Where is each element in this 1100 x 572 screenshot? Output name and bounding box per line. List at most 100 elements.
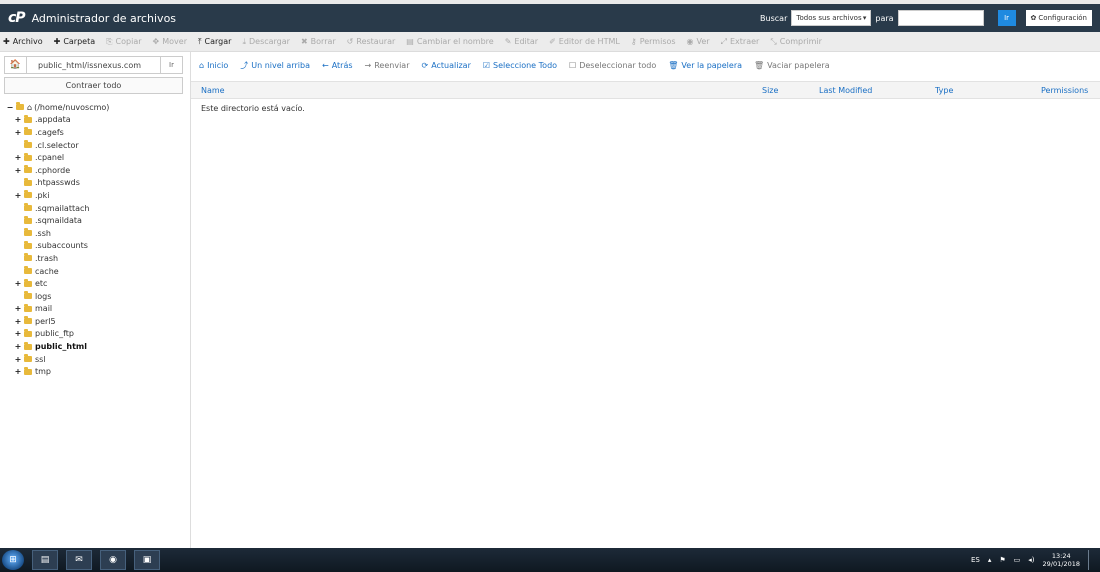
path-input[interactable]: public_html/issnexus.com bbox=[27, 57, 160, 73]
tree-item[interactable]: + tmp bbox=[6, 365, 184, 378]
search-input[interactable] bbox=[897, 10, 984, 26]
column-name[interactable]: Name bbox=[201, 86, 225, 95]
folder-icon bbox=[24, 228, 32, 237]
tree-item-label: ssl bbox=[35, 354, 46, 364]
file-explorer-icon[interactable]: ▤ bbox=[32, 550, 58, 570]
compress-icon: ⤡ bbox=[770, 36, 777, 46]
expand-icon[interactable]: + bbox=[14, 329, 22, 338]
show-desktop-button[interactable] bbox=[1088, 550, 1092, 570]
search-go-button[interactable]: Ir bbox=[997, 10, 1016, 26]
collapse-icon[interactable]: − bbox=[6, 103, 14, 112]
expand-icon[interactable]: + bbox=[14, 367, 22, 376]
toolbar-borrar-button[interactable]: ✖ Borrar bbox=[301, 37, 336, 46]
language-indicator[interactable]: ES bbox=[971, 556, 980, 564]
tree-item[interactable]: + .cpanel bbox=[6, 151, 184, 164]
expand-icon[interactable]: + bbox=[14, 128, 22, 137]
column-last-modified[interactable]: Last Modified bbox=[819, 86, 872, 95]
clock[interactable]: 13:24 29/01/2018 bbox=[1043, 552, 1080, 568]
path-go-button[interactable]: Ir bbox=[160, 57, 182, 73]
app-icon[interactable]: ▣ bbox=[134, 550, 160, 570]
tree-item[interactable]: + public_html bbox=[6, 340, 184, 353]
action-seleccione-todo-button[interactable]: ☑ Seleccione Todo bbox=[483, 61, 557, 70]
home-icon[interactable]: 🏠 bbox=[5, 57, 27, 73]
tree-item[interactable]: .trash bbox=[6, 252, 184, 265]
column-size[interactable]: Size bbox=[762, 86, 778, 95]
search-area: Buscar Todos sus archivos ▾ para Ir ✿ Co… bbox=[760, 10, 1100, 26]
expand-icon[interactable]: + bbox=[14, 342, 22, 351]
toolbar-descargar-button[interactable]: ⤓ Descargar bbox=[242, 37, 290, 47]
outlook-icon[interactable]: ✉ bbox=[66, 550, 92, 570]
network-icon[interactable]: ▭ bbox=[1014, 556, 1021, 564]
tree-item[interactable]: .sqmailattach bbox=[6, 202, 184, 215]
expand-icon[interactable]: + bbox=[14, 153, 22, 162]
toolbar-editar-button[interactable]: ✎ Editar bbox=[505, 37, 538, 46]
tree-item[interactable]: cache bbox=[6, 265, 184, 278]
arrow-right-icon: → bbox=[364, 60, 372, 70]
tree-item[interactable]: + .cphorde bbox=[6, 164, 184, 177]
tree-item[interactable]: + etc bbox=[6, 277, 184, 290]
expand-icon[interactable]: + bbox=[14, 279, 22, 288]
action-deseleccionar-todo-button[interactable]: ☐ Deseleccionar todo bbox=[569, 61, 656, 70]
plus-icon: ✚ bbox=[53, 37, 61, 46]
tree-item[interactable]: .subaccounts bbox=[6, 240, 184, 253]
tree-item[interactable]: .cl.selector bbox=[6, 139, 184, 152]
action-vaciar-papelera-button[interactable]: 🗑 Vaciar papelera bbox=[754, 61, 830, 70]
expand-icon[interactable]: + bbox=[14, 355, 22, 364]
expand-icon[interactable]: + bbox=[14, 304, 22, 313]
tree-item[interactable]: + perl5 bbox=[6, 315, 184, 328]
tree-root[interactable]: − ⌂ (/home/nuvoscmo) bbox=[6, 101, 184, 114]
tree-item-label: .cpanel bbox=[35, 153, 65, 163]
path-bar: 🏠 public_html/issnexus.com Ir bbox=[4, 56, 183, 74]
toolbar-permisos-button[interactable]: ⚷ Permisos bbox=[631, 37, 676, 46]
toolbar-mover-button[interactable]: ✥ Mover bbox=[153, 37, 187, 46]
volume-icon[interactable]: ◂) bbox=[1028, 556, 1034, 564]
toolbar-restaurar-button[interactable]: ↺ Restaurar bbox=[347, 37, 396, 46]
tree-item[interactable]: + ssl bbox=[6, 353, 184, 366]
expand-icon[interactable]: + bbox=[14, 317, 22, 326]
collapse-all-button[interactable]: Contraer todo bbox=[4, 77, 183, 94]
expand-icon[interactable]: + bbox=[14, 166, 22, 175]
chevron-down-icon: ▾ bbox=[862, 14, 867, 22]
action-atrás-button[interactable]: ← Atrás bbox=[322, 61, 353, 70]
toolbar-copiar-button[interactable]: ⎘ Copiar bbox=[106, 37, 141, 47]
file-list-panel: ⌂ Inicio ⤴ Un nivel arriba ← Atrás → Reenviar ⟳ A… bbox=[190, 52, 1100, 548]
tree-item[interactable]: + mail bbox=[6, 303, 184, 316]
expand-icon[interactable]: + bbox=[14, 115, 22, 124]
expand-icon[interactable]: + bbox=[14, 191, 22, 200]
action-label: Deseleccionar todo bbox=[579, 60, 657, 70]
tree-item[interactable]: .htpasswds bbox=[6, 177, 184, 190]
action-actualizar-button[interactable]: ⟳ Actualizar bbox=[421, 61, 470, 70]
folder-icon bbox=[24, 215, 32, 224]
tree-item[interactable]: + .cagefs bbox=[6, 126, 184, 139]
search-scope-select[interactable]: Todos sus archivos ▾ bbox=[791, 10, 872, 26]
action-inicio-button[interactable]: ⌂ Inicio bbox=[199, 61, 228, 70]
chrome-icon[interactable]: ◉ bbox=[100, 550, 126, 570]
tree-item-label: .ssh bbox=[35, 228, 51, 238]
toolbar-comprimir-button[interactable]: ⤡ Comprimir bbox=[770, 37, 822, 47]
tray-expand-icon[interactable]: ▴ bbox=[988, 556, 992, 564]
tree-item[interactable]: + .appdata bbox=[6, 114, 184, 127]
toolbar-carpeta-button[interactable]: ✚ Carpeta bbox=[54, 37, 96, 46]
action-reenviar-button[interactable]: → Reenviar bbox=[365, 61, 410, 70]
toolbar-cargar-button[interactable]: ⤒ Cargar bbox=[198, 37, 231, 47]
column-type[interactable]: Type bbox=[935, 86, 953, 95]
tree-item[interactable]: logs bbox=[6, 290, 184, 303]
settings-button[interactable]: ✿ Configuración bbox=[1025, 10, 1092, 26]
download-icon: ⤓ bbox=[242, 36, 246, 46]
action-ver-la-papelera-button[interactable]: 🗑 Ver la papelera bbox=[668, 61, 742, 70]
toolbar-extraer-button[interactable]: ⤢ Extraer bbox=[721, 37, 760, 47]
start-button[interactable]: ⊞ bbox=[2, 550, 24, 570]
tree-item[interactable]: .sqmaildata bbox=[6, 214, 184, 227]
toolbar-editor-de-html-button[interactable]: ✐ Editor de HTML bbox=[549, 37, 620, 46]
toolbar-ver-button[interactable]: ◉ Ver bbox=[687, 37, 710, 46]
tree-item[interactable]: + public_ftp bbox=[6, 328, 184, 341]
tree-item[interactable]: .ssh bbox=[6, 227, 184, 240]
toolbar-archivo-button[interactable]: ✚ Archivo bbox=[3, 37, 43, 46]
tree-item-label: perl5 bbox=[35, 316, 56, 326]
trash-icon: 🗑 bbox=[668, 60, 679, 70]
toolbar-cambiar-el-nombre-button[interactable]: ▤ Cambiar el nombre bbox=[406, 37, 493, 46]
column-permissions[interactable]: Permissions bbox=[1041, 86, 1088, 95]
tree-item[interactable]: + .pki bbox=[6, 189, 184, 202]
flag-icon[interactable]: ⚑ bbox=[999, 556, 1005, 564]
action-un-nivel-arriba-button[interactable]: ⤴ Un nivel arriba bbox=[240, 60, 310, 71]
